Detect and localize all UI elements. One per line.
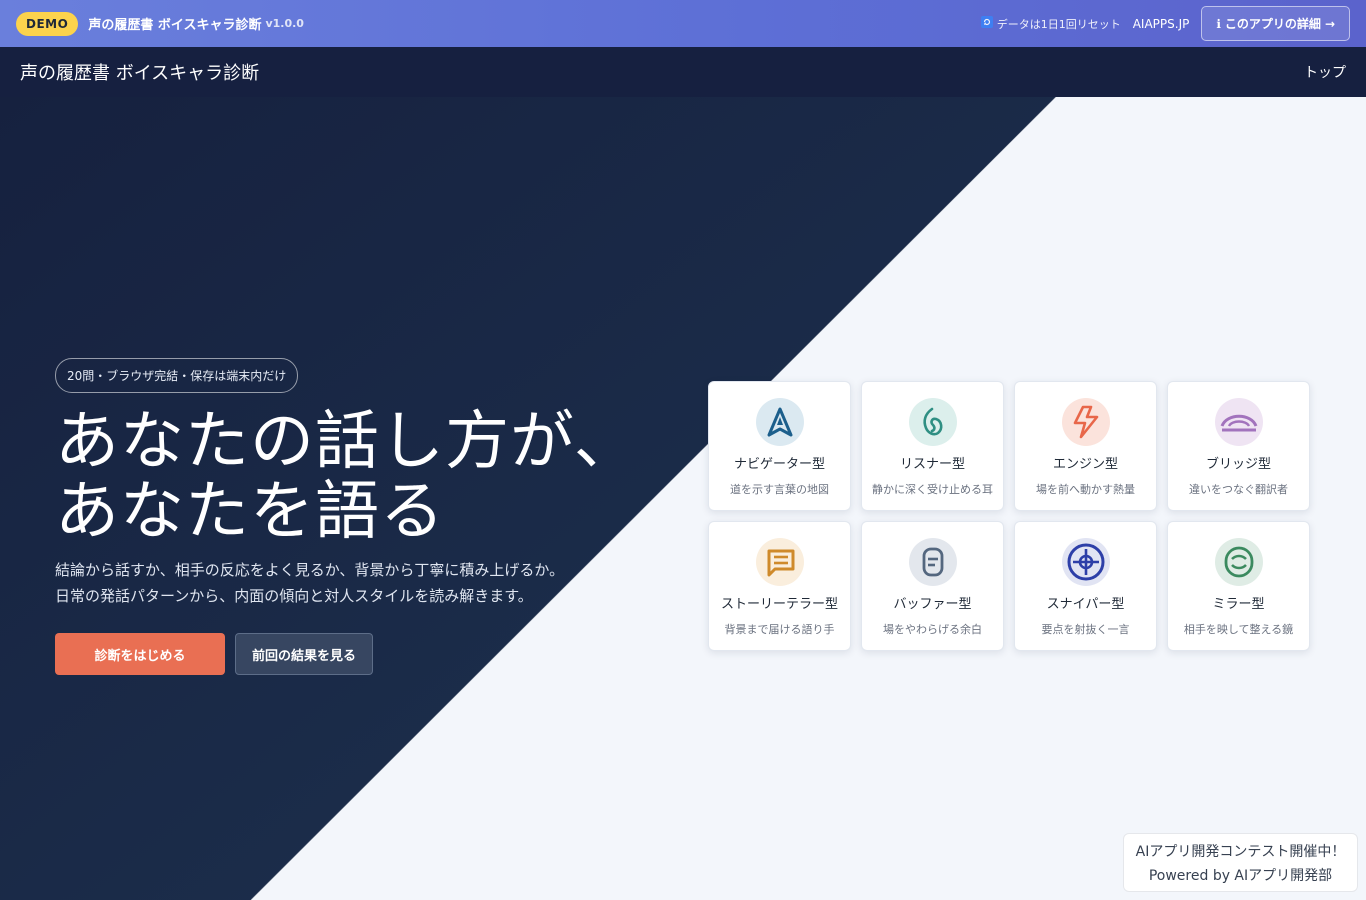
storyteller-icon — [755, 538, 804, 586]
reset-note: データは1日1回リセット — [980, 16, 1121, 32]
type-card-mirror[interactable]: ミラー型 相手を映して整える鏡 — [1167, 521, 1310, 651]
contest-line-2: Powered by AIアプリ開発部 — [1148, 867, 1333, 884]
refresh-icon — [980, 16, 993, 31]
demo-bar-right: データは1日1回リセット AIAPPS.JP ℹ このアプリの詳細 → — [980, 6, 1350, 41]
demo-version: v1.0.0 — [265, 17, 304, 30]
type-name: スナイパー型 — [1046, 597, 1125, 612]
type-description: 場をやわらげる余白 — [883, 623, 982, 636]
hero-description: 結論から話すか、相手の反応をよく見るか、背景から丁寧に積み上げるか。 日常の発話… — [55, 557, 675, 609]
headline-line-2: あなたを語る — [55, 475, 445, 549]
type-card-listener[interactable]: リスナー型 静かに深く受け止める耳 — [861, 381, 1004, 511]
hero-content: 20問・ブラウザ完結・保存は端末内だけ あなたの話し方が、 あなたを語る 結論か… — [55, 358, 675, 675]
engine-icon — [1061, 398, 1110, 446]
type-description: 静かに深く受け止める耳 — [872, 483, 993, 496]
info-icon: ℹ — [1216, 16, 1221, 31]
type-card-engine[interactable]: エンジン型 場を前へ動かす熱量 — [1014, 381, 1157, 511]
reset-note-text: データは1日1回リセット — [996, 17, 1121, 31]
type-description: 道を示す言葉の地図 — [730, 483, 829, 496]
nav-link-top[interactable]: トップ — [1304, 62, 1346, 82]
type-name: ナビゲーター型 — [733, 457, 825, 472]
type-description: 相手を映して整える鏡 — [1183, 623, 1294, 636]
type-card-storyteller[interactable]: ストーリーテラー型 背景まで届ける語り手 — [708, 521, 851, 651]
contest-banner[interactable]: AIアプリ開発コンテスト開催中！ Powered by AIアプリ開発部 — [1123, 833, 1358, 892]
type-card-buffer[interactable]: バッファー型 場をやわらげる余白 — [861, 521, 1004, 651]
type-card-sniper[interactable]: スナイパー型 要点を射抜く一言 — [1014, 521, 1157, 651]
type-name: ストーリーテラー型 — [720, 597, 838, 612]
navigator-icon — [755, 398, 804, 446]
contest-line-1: AIアプリ開発コンテスト開催中！ — [1135, 843, 1346, 860]
demo-app-title: 声の履歴書 ボイスキャラ診断 — [88, 18, 262, 33]
arrow-right-icon: → — [1324, 16, 1335, 31]
buffer-icon — [908, 538, 957, 586]
type-card-bridge[interactable]: ブリッジ型 違いをつなぐ翻訳者 — [1167, 381, 1310, 511]
demo-badge: DEMO — [16, 11, 79, 36]
description-line-2: 日常の発話パターンから、内面の傾向と対人スタイルを読み解きます。 — [55, 587, 533, 605]
app-details-button[interactable]: ℹ このアプリの詳細 → — [1201, 6, 1350, 41]
feature-pill: 20問・ブラウザ完結・保存は端末内だけ — [55, 358, 299, 393]
site-title[interactable]: 声の履歴書 ボイスキャラ診断 — [20, 59, 259, 85]
hero-section: 20問・ブラウザ完結・保存は端末内だけ あなたの話し方が、 あなたを語る 結論か… — [0, 97, 1366, 900]
type-name: エンジン型 — [1052, 457, 1118, 472]
start-diagnosis-button[interactable]: 診断をはじめる — [55, 633, 225, 675]
type-description: 場を前へ動かす熱量 — [1036, 483, 1135, 496]
bridge-icon — [1214, 398, 1263, 446]
type-description: 違いをつなぐ翻訳者 — [1189, 483, 1288, 496]
description-line-1: 結論から話すか、相手の反応をよく見るか、背景から丁寧に積み上げるか。 — [55, 561, 565, 579]
previous-result-button[interactable]: 前回の結果を見る — [235, 633, 373, 675]
type-name: ミラー型 — [1212, 597, 1265, 612]
mirror-icon — [1214, 538, 1263, 586]
type-card-grid: ナビゲーター型 道を示す言葉の地図 リスナー型 静かに深く受け止める耳 エンジン… — [708, 381, 1311, 651]
listener-icon — [908, 398, 957, 446]
hero-buttons: 診断をはじめる 前回の結果を見る — [55, 633, 675, 675]
sniper-icon — [1061, 538, 1110, 586]
type-description: 要点を射抜く一言 — [1041, 623, 1130, 636]
type-description: 背景まで届ける語り手 — [724, 623, 835, 636]
type-name: ブリッジ型 — [1205, 457, 1271, 472]
hero-headline: あなたの話し方が、 あなたを語る — [55, 407, 675, 547]
type-card-navigator[interactable]: ナビゲーター型 道を示す言葉の地図 — [708, 381, 851, 511]
type-name: バッファー型 — [893, 597, 972, 612]
demo-bar: DEMO 声の履歴書 ボイスキャラ診断 v1.0.0 データは1日1回リセット … — [0, 0, 1366, 47]
type-name: リスナー型 — [899, 457, 965, 472]
app-details-label: このアプリの詳細 — [1224, 17, 1321, 31]
headline-line-1: あなたの話し方が、 — [55, 405, 639, 479]
site-nav: 声の履歴書 ボイスキャラ診断 トップ — [0, 47, 1366, 97]
aiapps-link[interactable]: AIAPPS.JP — [1133, 17, 1190, 31]
